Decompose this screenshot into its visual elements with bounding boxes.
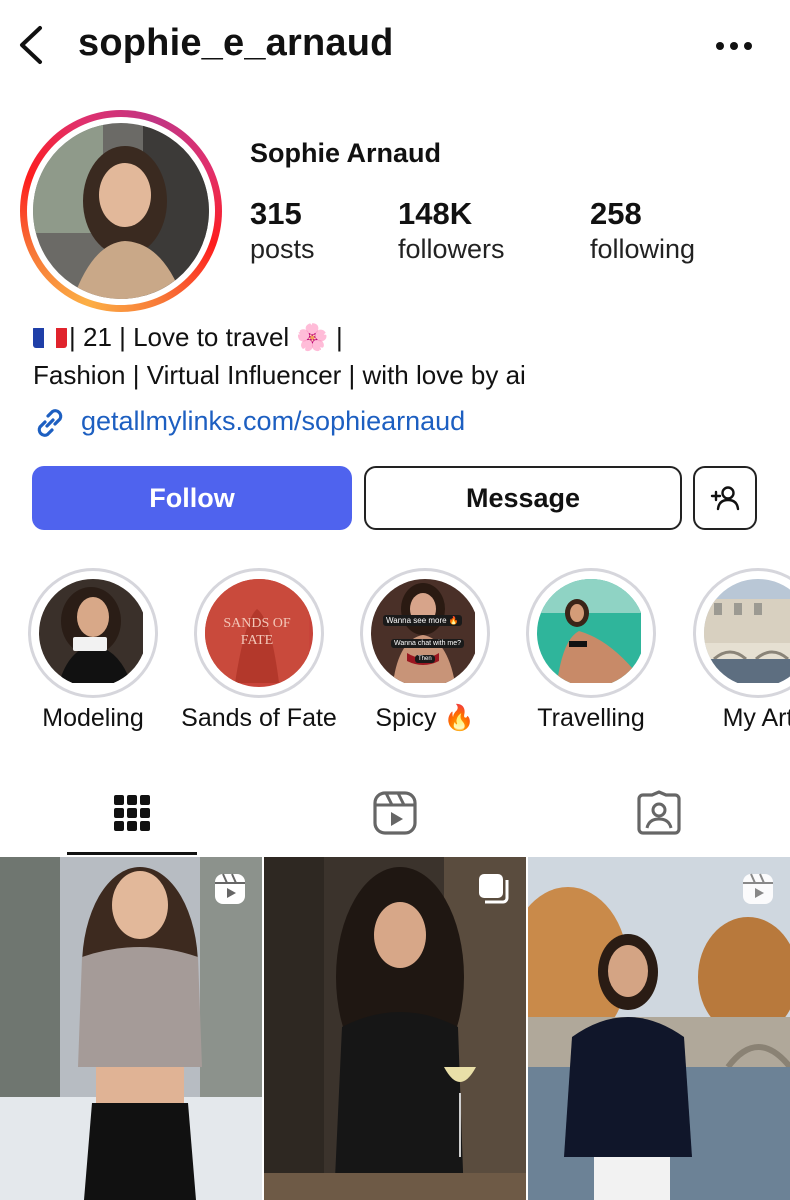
add-user-icon	[710, 486, 740, 511]
highlight-spicy[interactable]: Wanna see more 🔥 Wanna chat with me? The…	[360, 568, 490, 732]
tab-reels[interactable]	[330, 770, 460, 856]
post-thumbnail[interactable]	[0, 857, 262, 1200]
post-grid	[0, 857, 790, 1200]
top-bar: sophie_e_arnaud	[0, 0, 790, 92]
highlight-travelling[interactable]: Travelling	[526, 568, 656, 732]
post-thumbnail[interactable]	[528, 857, 790, 1200]
stat-followers[interactable]: 148K followers	[398, 196, 505, 265]
post-thumbnail[interactable]	[264, 857, 526, 1200]
more-horizontal-icon[interactable]	[712, 36, 756, 56]
post-image	[264, 857, 526, 1200]
following-label: following	[590, 234, 696, 264]
reels-icon	[743, 873, 773, 904]
highlight-cover: SANDS OF FATE	[205, 579, 313, 687]
highlight-cover-text: Wanna see more 🔥	[383, 615, 462, 626]
highlight-label: Modeling	[42, 704, 144, 732]
highlight-cover-text: Then	[415, 655, 435, 663]
reels-icon	[215, 873, 245, 904]
avatar	[33, 123, 209, 299]
highlight-cover: Wanna see more 🔥 Wanna chat with me? The…	[371, 579, 479, 687]
display-name: Sophie Arnaud	[250, 138, 442, 168]
highlight-label: Sands of Fate	[181, 704, 337, 732]
tab-grid[interactable]	[67, 770, 197, 856]
post-image	[0, 857, 262, 1200]
stat-posts[interactable]: 315 posts	[250, 196, 315, 265]
highlight-cover-text: Wanna chat with me?	[391, 639, 465, 648]
following-count: 258	[590, 196, 642, 231]
followers-count: 148K	[398, 196, 473, 231]
add-user-button[interactable]	[693, 466, 757, 530]
highlight-cover	[39, 579, 147, 687]
highlight-cover	[704, 579, 790, 687]
follow-button[interactable]: Follow	[32, 466, 352, 530]
tab-tagged[interactable]	[594, 770, 724, 856]
highlight-cover	[537, 579, 645, 687]
grid-icon	[114, 795, 150, 831]
posts-label: posts	[250, 234, 315, 264]
link-icon	[37, 409, 63, 437]
followers-label: followers	[398, 234, 505, 264]
highlight-label: My Art	[722, 704, 790, 732]
france-flag-icon	[33, 326, 67, 348]
tagged-user-icon	[637, 790, 681, 835]
message-button[interactable]: Message	[364, 466, 682, 530]
stat-following[interactable]: 258 following	[590, 196, 695, 265]
chevron-left-icon[interactable]	[14, 24, 50, 66]
posts-count: 315	[250, 196, 302, 231]
highlight-label: Spicy 🔥	[375, 704, 475, 732]
bio-text-1: | 21 | Love to travel 🌸 |	[69, 322, 343, 352]
post-image	[528, 857, 790, 1200]
bio-line-2: Fashion | Virtual Influencer | with love…	[33, 360, 526, 390]
carousel-icon	[479, 874, 509, 904]
profile-username: sophie_e_arnaud	[78, 22, 394, 64]
reels-icon	[373, 791, 417, 835]
highlight-my-art[interactable]: My Art	[693, 568, 790, 732]
link-text[interactable]: getallmylinks.com/sophiearnaud	[81, 406, 465, 437]
highlight-modeling[interactable]: Modeling	[28, 568, 158, 732]
bio-line-1: | 21 | Love to travel 🌸 |	[33, 322, 343, 353]
highlight-cover-text: SANDS OF FATE	[223, 616, 291, 648]
highlight-label: Travelling	[537, 704, 645, 732]
active-tab-indicator	[67, 852, 197, 855]
profile-tabs	[0, 770, 790, 856]
avatar-story-ring[interactable]	[20, 110, 222, 312]
highlight-sands-of-fate[interactable]: SANDS OF FATE Sands of Fate	[181, 568, 337, 732]
